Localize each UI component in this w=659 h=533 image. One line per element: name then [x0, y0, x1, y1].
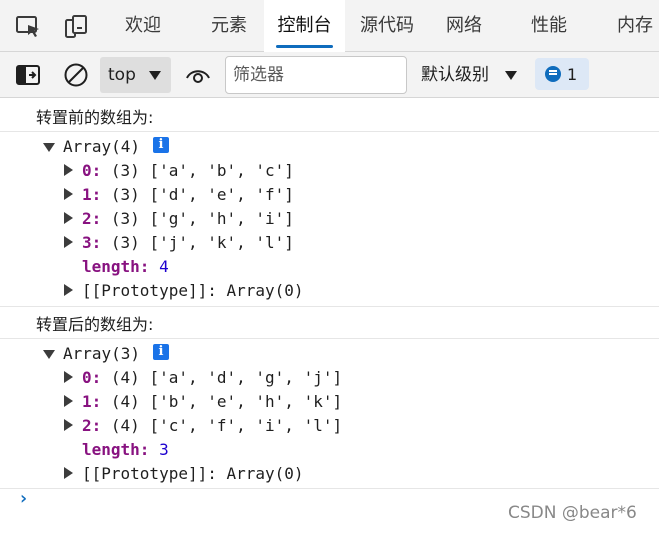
tab-console[interactable]: 控制台 [264, 0, 345, 52]
tab-network[interactable]: 网络 [434, 0, 494, 52]
eye-icon [186, 70, 210, 83]
prototype-entry[interactable]: [[Prototype]]: Array(0) [82, 464, 304, 483]
console-message: 转置前的数组为: [36, 108, 154, 127]
message-icon [545, 66, 561, 82]
sidebar-icon [16, 65, 40, 85]
live-expression-button[interactable] [183, 60, 213, 90]
expand-triangle-icon[interactable] [64, 395, 73, 407]
devtools-tabbar: 欢迎 元素 控制台 源代码 网络 性能 内存 [0, 0, 659, 52]
collapse-triangle-icon[interactable] [43, 143, 55, 152]
array-entry[interactable]: 2: (4) ['c', 'f', 'i', 'l'] [82, 416, 342, 435]
prototype-entry[interactable]: [[Prototype]]: Array(0) [82, 281, 304, 300]
expand-triangle-icon[interactable] [64, 188, 73, 200]
array-length: length: 3 [82, 440, 169, 459]
info-icon[interactable]: i [153, 344, 169, 360]
chevron-down-icon [505, 71, 517, 80]
expand-triangle-icon[interactable] [64, 284, 73, 296]
array-header[interactable]: Array(4) [63, 137, 140, 156]
tab-elements[interactable]: 元素 [199, 0, 259, 52]
clear-console-button[interactable] [61, 60, 91, 90]
expand-triangle-icon[interactable] [64, 236, 73, 248]
array-header[interactable]: Array(3) [63, 344, 140, 363]
message-divider [0, 488, 659, 489]
array-entry[interactable]: 2: (3) ['g', 'h', 'i'] [82, 209, 294, 228]
tab-performance[interactable]: 性能 [519, 0, 579, 52]
tab-memory[interactable]: 内存 [605, 0, 659, 52]
array-length: length: 4 [82, 257, 169, 276]
tab-welcome[interactable]: 欢迎 [113, 0, 173, 52]
expand-triangle-icon[interactable] [64, 419, 73, 431]
tab-sources[interactable]: 源代码 [352, 0, 422, 52]
clear-icon [64, 63, 88, 87]
issues-count: 1 [567, 64, 578, 84]
message-divider [0, 131, 659, 132]
console-output: 转置前的数组为: Array(4) i 0: (3) ['a', 'b', 'c… [0, 99, 659, 533]
log-levels-label: 默认级别 [421, 65, 489, 85]
info-icon[interactable]: i [153, 137, 169, 153]
context-selector[interactable]: top [100, 57, 171, 93]
array-entry[interactable]: 1: (4) ['b', 'e', 'h', 'k'] [82, 392, 342, 411]
console-toolbar: top 默认级别 1 [0, 52, 659, 98]
expand-triangle-icon[interactable] [64, 467, 73, 479]
device-emulation-icon[interactable] [63, 14, 89, 40]
collapse-triangle-icon[interactable] [43, 350, 55, 359]
console-message: 转置后的数组为: [36, 315, 154, 334]
expand-triangle-icon[interactable] [64, 371, 73, 383]
console-prompt[interactable]: › [18, 488, 29, 509]
expand-triangle-icon[interactable] [64, 212, 73, 224]
filter-input[interactable] [225, 56, 407, 94]
message-divider [0, 306, 659, 307]
array-entry[interactable]: 3: (3) ['j', 'k', 'l'] [82, 233, 294, 252]
array-entry[interactable]: 1: (3) ['d', 'e', 'f'] [82, 185, 294, 204]
inspect-element-icon[interactable] [15, 14, 41, 40]
message-divider [0, 338, 659, 339]
array-entry[interactable]: 0: (4) ['a', 'd', 'g', 'j'] [82, 368, 342, 387]
toggle-sidebar-button[interactable] [13, 60, 43, 90]
context-value: top [108, 65, 136, 85]
chevron-down-icon [149, 71, 161, 80]
expand-triangle-icon[interactable] [64, 164, 73, 176]
log-levels-dropdown[interactable]: 默认级别 [421, 60, 517, 90]
issues-button[interactable]: 1 [535, 58, 589, 90]
array-entry[interactable]: 0: (3) ['a', 'b', 'c'] [82, 161, 294, 180]
watermark: CSDN @bear*6 [508, 503, 637, 523]
